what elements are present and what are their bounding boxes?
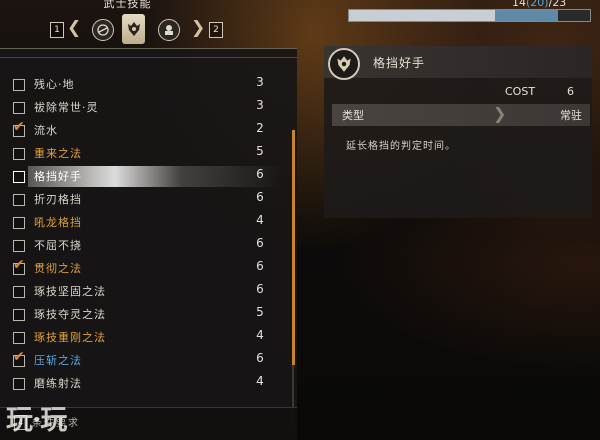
list-divider [0, 57, 297, 58]
cost-value: 6 [567, 85, 574, 98]
skill-type-row: 类型 ❯ 常驻 [332, 104, 590, 126]
skill-row[interactable]: 琢技坚固之法 6 [0, 281, 285, 304]
skill-name: 琢技坚固之法 [34, 285, 106, 298]
skill-cost: 6 [256, 167, 264, 181]
skill-row[interactable]: 琢技重刚之法 4 [0, 327, 285, 350]
skill-cost: 5 [256, 144, 264, 158]
skill-name: 琢技重刚之法 [34, 331, 106, 344]
progress-fill [349, 10, 495, 21]
skill-checkbox[interactable] [13, 102, 25, 114]
skill-cost: 4 [256, 328, 264, 342]
chevron-right-icon: ❯ [493, 104, 507, 123]
progress-pending-fill [495, 10, 558, 21]
skill-checkbox[interactable] [13, 217, 25, 229]
skill-row[interactable]: ✔ 压斩之法 6 [0, 350, 285, 373]
skill-checkbox[interactable] [13, 332, 25, 344]
watermark-logo: 玩·玩 [6, 405, 67, 436]
skill-checkbox[interactable] [13, 79, 25, 91]
skill-checkbox[interactable] [13, 378, 25, 390]
checkmark-icon: ✔ [13, 257, 25, 273]
next-tab-key-hint[interactable]: 2 [209, 22, 223, 38]
skill-cost: 4 [256, 374, 264, 388]
checkmark-icon: ✔ [13, 349, 25, 365]
skill-row[interactable]: ✔ 流水 2 [0, 120, 285, 143]
skill-name: 不屈不挠 [34, 239, 82, 252]
samurai-helmet-icon [127, 22, 140, 36]
skill-checkbox[interactable]: ✔ [13, 120, 25, 137]
skill-row[interactable]: 重来之法 5 [0, 143, 285, 166]
skill-cost-row: COST 6 [324, 84, 592, 104]
skill-name: 流水 [34, 124, 58, 137]
skill-checkbox[interactable] [13, 194, 25, 206]
skill-cost: 6 [256, 190, 264, 204]
checkmark-icon: ✔ [13, 119, 25, 135]
skill-points-bar [348, 9, 592, 22]
skill-description: 延长格挡的判定时间。 [346, 141, 456, 152]
skill-name: 重来之法 [34, 147, 82, 160]
skill-row[interactable]: 祓除常世·灵 3 [0, 97, 285, 120]
skill-name: 压斩之法 [34, 354, 82, 367]
skill-name: 折刃格挡 [34, 193, 82, 206]
cost-label: COST [505, 85, 536, 98]
skill-cost: 4 [256, 213, 264, 227]
skill-name: 祓除常世·灵 [34, 101, 99, 114]
skill-row[interactable]: 不屈不挠 6 [0, 235, 285, 258]
skill-checkbox[interactable] [13, 171, 25, 183]
skill-row[interactable]: ✔ 贯彻之法 6 [0, 258, 285, 281]
skill-name: 残心·地 [34, 78, 75, 91]
skill-checkbox[interactable]: ✔ [13, 258, 25, 275]
skill-row[interactable]: 琢技夺灵之法 5 [0, 304, 285, 327]
skill-checkbox[interactable]: ✔ [13, 350, 25, 367]
skill-name: 琢技夺灵之法 [34, 308, 106, 321]
prev-tab-chevron-icon[interactable]: ❮ [67, 19, 81, 37]
skill-row[interactable]: 格挡好手 6 [0, 166, 285, 189]
skill-detail-emblem [328, 48, 360, 80]
skill-checkbox[interactable] [13, 286, 25, 298]
tab-skill-category-1[interactable] [92, 19, 114, 41]
skill-name: 吼龙格挡 [34, 216, 82, 229]
next-tab-chevron-icon[interactable]: ❯ [191, 19, 205, 37]
skill-points-pending: (20) [526, 0, 549, 9]
skill-checkbox[interactable] [13, 309, 25, 321]
prev-tab-key-hint[interactable]: 1 [50, 22, 64, 38]
skill-name: 格挡好手 [34, 170, 82, 183]
skill-points-current: 14 [512, 0, 526, 9]
skill-checkbox[interactable] [13, 148, 25, 160]
skill-row[interactable]: 磨练射法 4 [0, 373, 285, 396]
skill-cost: 6 [256, 259, 264, 273]
skill-points-max: 23 [552, 0, 567, 9]
skill-cost: 6 [256, 236, 264, 250]
skill-name: 磨练射法 [34, 377, 82, 390]
skill-detail-header: 格挡好手 [324, 46, 592, 80]
skill-tree-title: 武士技能 [103, 0, 152, 10]
samurai-helmet-icon [337, 56, 351, 72]
skill-name: 贯彻之法 [34, 262, 82, 275]
skill-row[interactable]: 折刃格挡 6 [0, 189, 285, 212]
skill-cost: 3 [256, 98, 264, 112]
skill-cost: 5 [256, 305, 264, 319]
type-value: 常驻 [560, 109, 582, 122]
skill-points-readout: 14(20)/23 [512, 0, 566, 9]
tab-skill-category-3[interactable] [158, 19, 180, 41]
skill-category-tabs: 1 ❮ ❯ 2 [48, 12, 228, 44]
tab-samurai-skills[interactable] [122, 14, 145, 44]
skill-detail-panel: 格挡好手 COST 6 类型 ❯ 常驻 延长格挡的判定时间。 [324, 46, 592, 218]
skill-cost: 2 [256, 121, 264, 135]
skill-category-icon-3 [165, 25, 173, 35]
type-label: 类型 [342, 109, 364, 122]
skill-category-icon-1 [97, 24, 109, 36]
skill-cost: 6 [256, 351, 264, 365]
skill-row[interactable]: 吼龙格挡 4 [0, 212, 285, 235]
skill-cost: 6 [256, 282, 264, 296]
skill-cost: 3 [256, 75, 264, 89]
skill-row[interactable]: 残心·地 3 [0, 74, 285, 97]
skill-checkbox[interactable] [13, 240, 25, 252]
scrollbar-thumb[interactable] [292, 130, 295, 365]
skill-detail-title: 格挡好手 [373, 56, 426, 70]
